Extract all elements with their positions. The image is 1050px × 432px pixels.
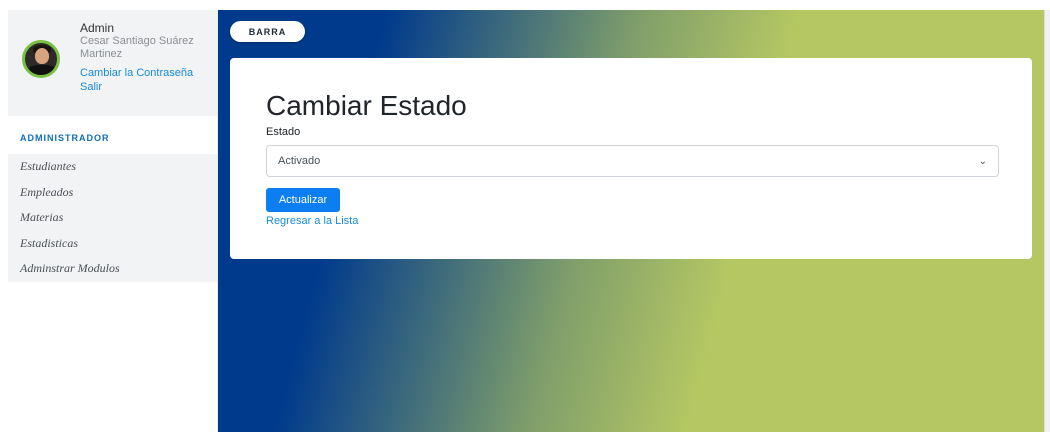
user-name: Cesar Santiago Suárez Martinez xyxy=(80,35,194,60)
status-select-value: Activado xyxy=(278,155,321,167)
status-select[interactable]: Activado ⌄ xyxy=(266,145,999,177)
sidebar-item-estudiantes[interactable]: Estudiantes xyxy=(8,154,217,180)
sidebar: Admin Cesar Santiago Suárez Martinez Cam… xyxy=(8,10,218,432)
page-title: Cambiar Estado xyxy=(266,90,467,121)
sidebar-menu: Estudiantes Empleados Materias Estadisti… xyxy=(8,154,217,282)
main-area: BARRA Cambiar Estado Estado Activado ⌄ A… xyxy=(218,10,1044,432)
section-title: ADMINISTRADOR xyxy=(20,133,110,143)
sidebar-item-adminstrar-modulos[interactable]: Adminstrar Modulos xyxy=(8,256,217,282)
profile-panel: Admin Cesar Santiago Suárez Martinez Cam… xyxy=(8,10,217,116)
update-button[interactable]: Actualizar xyxy=(266,188,340,212)
logout-link[interactable]: Salir xyxy=(80,81,102,93)
sidebar-item-empleados[interactable]: Empleados xyxy=(8,180,217,206)
sidebar-item-estadisticas[interactable]: Estadisticas xyxy=(8,231,217,257)
barra-toggle-button[interactable]: BARRA xyxy=(230,21,305,42)
scrollbar[interactable] xyxy=(1044,10,1050,432)
avatar xyxy=(22,40,60,78)
change-password-link[interactable]: Cambiar la Contraseña xyxy=(80,67,193,79)
chevron-down-icon: ⌄ xyxy=(978,156,987,167)
sidebar-item-materias[interactable]: Materias xyxy=(8,205,217,231)
user-role: Admin xyxy=(80,21,115,35)
status-label: Estado xyxy=(266,126,301,138)
back-to-list-link[interactable]: Regresar a la Lista xyxy=(266,215,358,227)
change-status-card: Cambiar Estado Estado Activado ⌄ Actuali… xyxy=(230,58,1032,259)
